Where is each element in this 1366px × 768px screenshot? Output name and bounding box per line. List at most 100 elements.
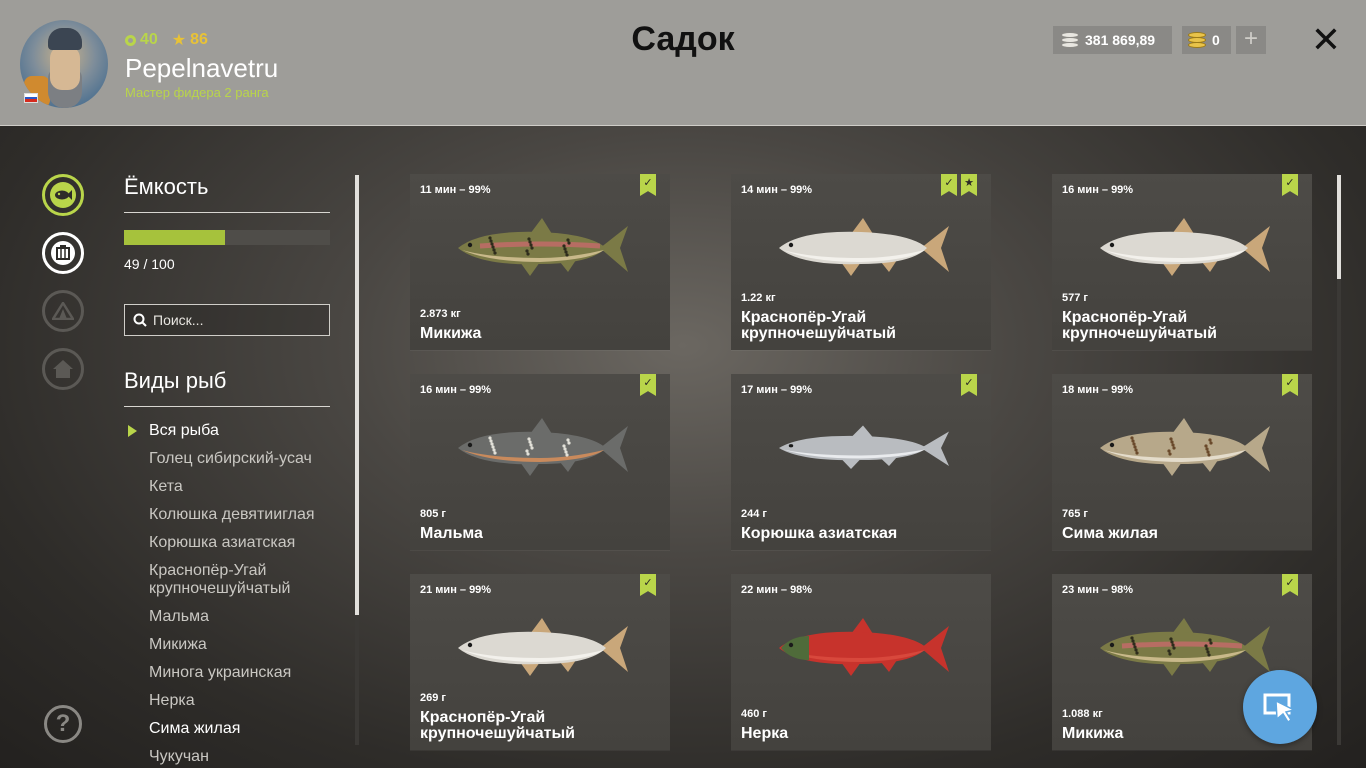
gold-balance: 0 xyxy=(1182,26,1231,54)
catch-card[interactable]: 18 мин – 99% ✓ 765 г Сима жилая xyxy=(1052,374,1312,550)
catch-time: 23 мин – 98% xyxy=(1062,584,1134,596)
catch-badges: ✓ xyxy=(640,374,656,396)
species-divider xyxy=(124,406,330,407)
tent-tab-button[interactable] xyxy=(42,290,84,332)
fish-image xyxy=(458,618,628,676)
catch-weight: 244 г xyxy=(741,508,767,520)
species-item[interactable]: Минога украинская xyxy=(124,664,344,682)
selected-arrow-icon xyxy=(128,425,137,437)
species-scrollbar[interactable] xyxy=(355,175,359,745)
search-field[interactable] xyxy=(124,304,330,336)
close-button[interactable]: ✕ xyxy=(1310,22,1342,58)
search-icon xyxy=(133,313,147,327)
trophy-star-icon: ★ xyxy=(961,174,977,196)
species-item[interactable]: Мальма xyxy=(124,608,344,626)
plus-icon: + xyxy=(1243,25,1258,52)
catch-card[interactable]: 21 мин – 99% ✓ 269 г Краснопёр-Угай круп… xyxy=(410,574,670,750)
top-bar: 40 ★ 86 Pepelnavetru Мастер фидера 2 ранг… xyxy=(0,0,1366,126)
species-title: Виды рыб xyxy=(124,368,227,393)
fish-image xyxy=(779,618,949,676)
silver-balance: 381 869,89 xyxy=(1053,26,1172,54)
catch-badges: ✓ xyxy=(1282,174,1298,196)
species-item[interactable]: Голец сибирский-усач xyxy=(124,450,344,468)
species-item[interactable]: Колюшка девятииглая xyxy=(124,506,344,524)
cage-icon xyxy=(51,241,75,265)
check-bookmark-icon: ✓ xyxy=(640,374,656,396)
player-rank: Мастер фидера 2 ранга xyxy=(125,85,269,100)
fish-image xyxy=(1100,418,1270,476)
catch-weight: 805 г xyxy=(420,508,446,520)
catch-weight: 460 г xyxy=(741,708,767,720)
question-icon: ? xyxy=(55,710,71,737)
keepnet-tab-button[interactable] xyxy=(42,174,84,216)
catch-fish-name: Краснопёр-Угай крупночешуйчатый xyxy=(1062,309,1217,342)
catch-card[interactable]: 17 мин – 99% ✓ 244 г Корюшка азиатская xyxy=(731,374,991,550)
catch-card[interactable]: 22 мин – 98% 460 г Нерка xyxy=(731,574,991,750)
catch-fish-name: Микижа xyxy=(420,325,482,342)
species-item[interactable]: Корюшка азиатская xyxy=(124,534,344,552)
catch-weight: 1.22 кг xyxy=(741,292,776,304)
silver-amount: 381 869,89 xyxy=(1085,32,1156,48)
fishcage-tab-button[interactable] xyxy=(42,232,84,274)
gold-coins-icon xyxy=(1188,32,1206,48)
species-item[interactable]: Сима жилая xyxy=(124,720,344,738)
species-item[interactable]: Микижа xyxy=(124,636,344,654)
check-bookmark-icon: ✓ xyxy=(1282,174,1298,196)
catch-badges: ✓ xyxy=(961,374,977,396)
species-item-all[interactable]: Вся рыба xyxy=(124,422,344,440)
fish-image xyxy=(779,425,949,469)
capacity-value: 49 / 100 xyxy=(124,256,175,272)
catch-time: 18 мин – 99% xyxy=(1062,384,1134,396)
russia-flag-icon xyxy=(24,93,38,103)
scrollbar-thumb[interactable] xyxy=(355,175,359,615)
catch-time: 16 мин – 99% xyxy=(420,384,492,396)
catch-time: 21 мин – 99% xyxy=(420,584,492,596)
species-item[interactable]: Чукучан xyxy=(124,748,344,766)
catch-fish-name: Краснопёр-Угай крупночешуйчатый xyxy=(741,309,896,342)
check-bookmark-icon: ✓ xyxy=(640,574,656,596)
check-bookmark-icon: ✓ xyxy=(961,374,977,396)
home-tab-button[interactable] xyxy=(42,348,84,390)
search-input[interactable] xyxy=(153,312,323,328)
capacity-title: Ёмкость xyxy=(124,174,209,199)
catch-card[interactable]: 16 мин – 99% ✓ 805 г Мальма xyxy=(410,374,670,550)
catch-badges: ✓ xyxy=(640,174,656,196)
species-item[interactable]: Кета xyxy=(124,478,344,496)
cursor-icon xyxy=(1263,693,1297,724)
fish-image xyxy=(1100,618,1270,676)
catch-card[interactable]: 14 мин – 99% ✓ ★ 1.22 кг Краснопёр-Угай к… xyxy=(731,174,991,350)
catch-fish-name: Нерка xyxy=(741,725,789,742)
catch-weight: 577 г xyxy=(1062,292,1088,304)
capacity-divider xyxy=(124,212,330,213)
catch-time: 14 мин – 99% xyxy=(741,184,813,196)
gold-amount: 0 xyxy=(1212,32,1220,48)
catch-badges: ✓ xyxy=(1282,574,1298,596)
help-button[interactable]: ? xyxy=(44,705,82,743)
check-bookmark-icon: ✓ xyxy=(1282,574,1298,596)
catch-fish-name: Мальма xyxy=(420,525,483,542)
catch-card[interactable]: 11 мин – 99% ✓ 2.873 кг Микижа xyxy=(410,174,670,350)
catch-weight: 1.088 кг xyxy=(1062,708,1103,720)
capacity-bar xyxy=(124,230,330,245)
catch-fish-name: Сима жилая xyxy=(1062,525,1158,542)
tent-icon xyxy=(52,302,74,320)
check-bookmark-icon: ✓ xyxy=(640,174,656,196)
catch-badges: ✓ xyxy=(1282,374,1298,396)
fish-image xyxy=(458,418,628,476)
catch-scrollbar[interactable] xyxy=(1337,175,1341,745)
catch-weight: 765 г xyxy=(1062,508,1088,520)
scrollbar-thumb[interactable] xyxy=(1337,175,1341,279)
catch-fish-name: Корюшка азиатская xyxy=(741,525,898,542)
add-currency-button[interactable]: + xyxy=(1236,26,1266,54)
capacity-bar-fill xyxy=(124,230,225,245)
catch-card[interactable]: 16 мин – 99% ✓ 577 г Краснопёр-Угай круп… xyxy=(1052,174,1312,350)
catch-weight: 269 г xyxy=(420,692,446,704)
fish-icon xyxy=(50,182,76,208)
species-item[interactable]: Краснопёр-Угай крупночешуйчатый xyxy=(124,562,314,598)
species-item[interactable]: Нерка xyxy=(124,692,344,710)
catch-time: 22 мин – 98% xyxy=(741,584,813,596)
catch-fish-name: Краснопёр-Угай крупночешуйчатый xyxy=(420,709,575,742)
catch-time: 11 мин – 99% xyxy=(420,184,491,196)
cursor-mode-button[interactable] xyxy=(1243,670,1317,744)
catch-weight: 2.873 кг xyxy=(420,308,461,320)
